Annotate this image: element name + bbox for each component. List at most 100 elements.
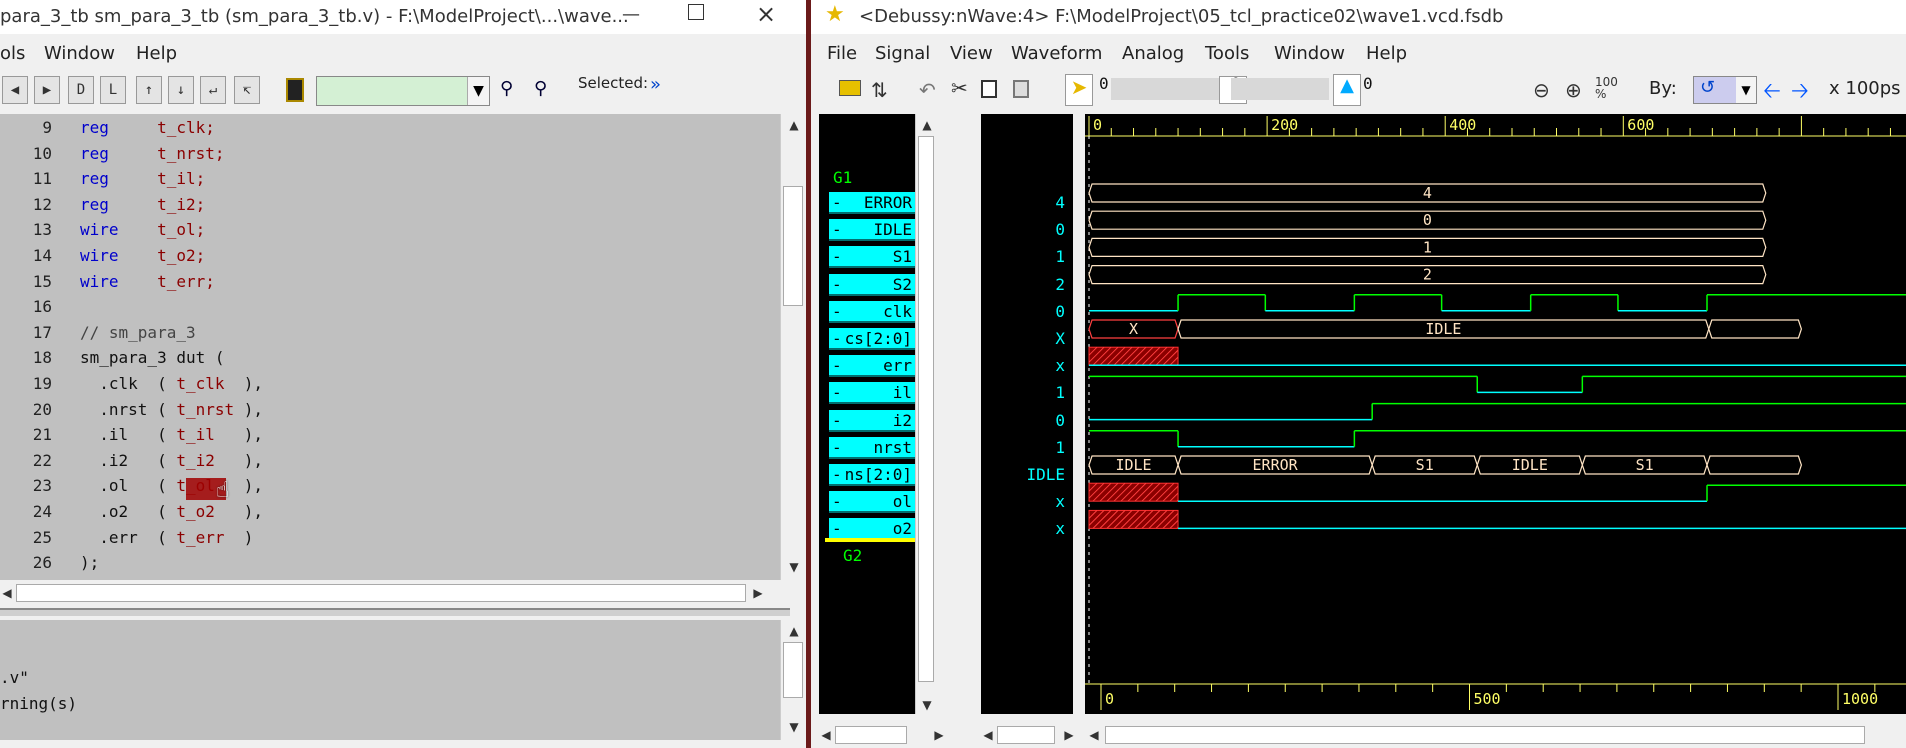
scroll-right-icon[interactable]: ▶ (750, 586, 766, 600)
definition-icon[interactable]: D (68, 76, 94, 104)
find-icon[interactable]: ⚲ (500, 78, 513, 99)
down-arrow-icon[interactable]: ↓ (168, 76, 194, 104)
up-arrow-icon[interactable]: ↑ (136, 76, 162, 104)
name-pane-horizontal-scrollbar[interactable]: ◀ ▶ (819, 724, 949, 746)
value-pane-horizontal-scrollbar[interactable]: ◀ ▶ (981, 724, 1081, 746)
copy-icon[interactable] (981, 80, 997, 98)
h-scroll-thumb[interactable] (997, 726, 1055, 744)
scroll-thumb[interactable] (783, 186, 803, 306)
code-horizontal-scrollbar[interactable]: ◀ ▶ (0, 582, 770, 604)
signal-pane-vertical-scrollbar[interactable]: ▲ ▼ (915, 114, 937, 714)
group-label[interactable]: G2 (843, 546, 862, 565)
minimize-icon[interactable]: — (622, 4, 640, 25)
group-label[interactable]: G1 (833, 168, 852, 187)
h-scroll-thumb[interactable] (16, 584, 746, 602)
paste-icon[interactable] (1013, 80, 1029, 98)
code-text: wire t_err; (80, 272, 215, 291)
marker-slider[interactable] (1231, 78, 1329, 100)
menu-tools[interactable]: ols (0, 43, 25, 64)
cursor-select-icon[interactable]: ➤ (1065, 74, 1093, 106)
scroll-up-icon[interactable]: ▲ (781, 118, 806, 132)
scroll-up-icon[interactable]: ▲ (781, 624, 806, 638)
signal-name-text: cs[2:0] (844, 329, 912, 348)
find-next-icon[interactable]: ⚲ (534, 78, 547, 99)
waveform-horizontal-scrollbar[interactable]: ◀ (1085, 724, 1906, 746)
chevron-down-icon[interactable]: ▼ (467, 77, 489, 105)
edge-type-combo[interactable]: ↺ ▼ (1693, 76, 1757, 104)
menu-analog[interactable]: Analog (1122, 43, 1184, 64)
menu-view[interactable]: View (950, 43, 993, 64)
menu-window[interactable]: Window (1274, 43, 1345, 64)
top-ruler (1085, 114, 1906, 136)
close-icon[interactable]: × (756, 0, 776, 28)
clipboard-icon[interactable] (286, 78, 304, 102)
line-number: 12 (32, 194, 52, 214)
h-scroll-thumb[interactable] (835, 726, 907, 744)
editor-title-bar: para_3_tb sm_para_3_tb (sm_para_3_tb.v) … (0, 0, 806, 34)
zoom-in-icon[interactable]: ⊕ (1565, 78, 1582, 102)
menu-tools[interactable]: Tools (1205, 43, 1249, 64)
menu-help[interactable]: Help (1366, 43, 1407, 64)
signal-name[interactable]: - IDLE (829, 219, 915, 242)
maximize-icon[interactable] (688, 4, 704, 20)
scroll-left-icon[interactable]: ◀ (0, 586, 14, 600)
scroll-down-icon[interactable]: ▼ (781, 720, 806, 734)
line-number: 16 (32, 297, 52, 317)
signal-value-pane[interactable]: 4 0 1 2 0 Xx 1 0 1 IDLE x x (981, 114, 1073, 714)
load-icon[interactable]: L (100, 76, 126, 104)
waveform-pane[interactable]: 0 200 400 600 4 0 1 2 X IDLE IDLE ERROR S1 IDLE S1 0 500… (1085, 114, 1906, 714)
pane-splitter[interactable] (0, 608, 790, 616)
back-icon[interactable]: ◀ (2, 76, 28, 104)
previous-edge-icon[interactable]: 🡠 (1763, 74, 1781, 112)
wave-ns-label: ERROR (1253, 456, 1299, 474)
hierarchy-down-icon[interactable]: ↸ (234, 76, 260, 104)
output-console: .v" rning(s) (0, 620, 780, 740)
reload-icon[interactable]: ⇅ (871, 78, 888, 102)
menu-help[interactable]: Help (136, 43, 177, 64)
output-vertical-scrollbar[interactable]: ▲ ▼ (780, 620, 806, 740)
menu-waveform[interactable]: Waveform (1011, 43, 1102, 64)
chevron-down-icon[interactable]: ▼ (1736, 77, 1756, 103)
signal-name[interactable]: - ol (829, 491, 915, 514)
signal-name[interactable]: - err (829, 355, 915, 378)
scroll-right-icon[interactable]: ▶ (931, 728, 947, 742)
scroll-left-icon[interactable]: ◀ (981, 728, 995, 742)
menu-signal[interactable]: Signal (875, 43, 930, 64)
signal-name[interactable]: - S1 (829, 246, 915, 269)
scroll-left-icon[interactable]: ◀ (1087, 728, 1101, 742)
scroll-left-icon[interactable]: ◀ (819, 728, 833, 742)
code-vertical-scrollbar[interactable]: ▲ ▼ (780, 114, 806, 580)
scroll-down-icon[interactable]: ▼ (916, 698, 938, 712)
marker-icon[interactable]: ▲ (1333, 74, 1361, 106)
menu-window[interactable]: Window (44, 43, 115, 64)
hierarchy-up-icon[interactable]: ↵ (200, 76, 226, 104)
scope-combo[interactable]: ▼ (316, 76, 490, 106)
cut-icon[interactable]: ✂ (951, 76, 968, 100)
scroll-thumb[interactable] (783, 642, 803, 698)
scroll-up-icon[interactable]: ▲ (916, 118, 938, 132)
selected-expand-icon[interactable]: » (650, 74, 661, 95)
signal-name[interactable]: - clk (829, 300, 915, 323)
signal-name[interactable]: - cs[2:0] (829, 328, 915, 350)
signal-name[interactable]: - ERROR (829, 192, 915, 214)
signal-name[interactable]: - il (829, 382, 915, 405)
forward-icon[interactable]: ▶ (34, 76, 60, 104)
code-view[interactable]: 9 reg t_clk; 10 reg t_nrst; 11 reg t_il; 12 reg… (0, 114, 780, 580)
open-file-icon[interactable] (839, 80, 861, 96)
h-scroll-thumb[interactable] (1105, 726, 1865, 744)
undo-icon[interactable]: ↶ (919, 78, 936, 102)
signal-name[interactable]: - S2 (829, 273, 915, 296)
signal-name[interactable]: - ns[2:0] (829, 464, 915, 486)
next-edge-icon[interactable]: 🡢 (1791, 74, 1809, 112)
zoom-out-icon[interactable]: ⊖ (1533, 78, 1550, 102)
signal-name[interactable]: - nrst (829, 436, 915, 459)
tree-branch-icon: - (832, 410, 842, 430)
scroll-thumb[interactable] (918, 136, 934, 682)
menu-file[interactable]: File (827, 43, 857, 64)
waveform-canvas[interactable]: 0 200 400 600 4 0 1 2 X IDLE IDLE ERROR S1 IDLE S1 0 500… (1085, 114, 1906, 714)
signal-name[interactable]: - i2 (829, 409, 915, 432)
signal-name-pane[interactable]: G1 G2- ERROR - IDLE - S1- S2- clk - cs[2:0] - err - il… (819, 114, 915, 714)
zoom-fit-icon[interactable]: 100% (1595, 76, 1618, 100)
scroll-right-icon[interactable]: ▶ (1061, 728, 1077, 742)
scroll-down-icon[interactable]: ▼ (781, 560, 806, 574)
